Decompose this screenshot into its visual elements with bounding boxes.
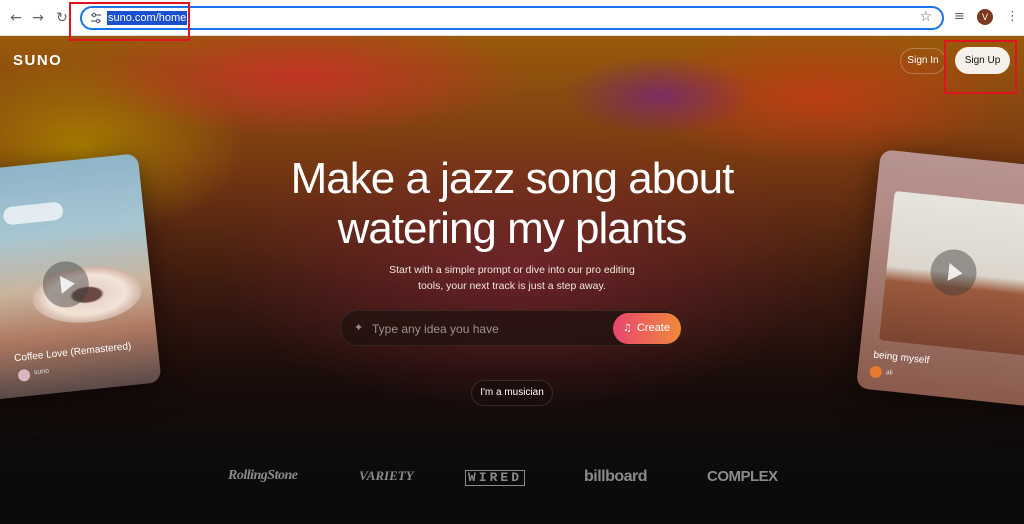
song-card-right[interactable]: being myself ali: [855, 149, 1024, 407]
cover-cloud: [2, 201, 64, 226]
media-controls-icon[interactable]: ≡: [954, 9, 965, 24]
artist-avatar: [869, 365, 883, 379]
prompt-box: ✦ ♫ Create: [340, 310, 682, 346]
artist-avatar: [17, 368, 31, 382]
song-title: Coffee Love (Remastered): [13, 340, 132, 365]
sign-in-button[interactable]: Sign In: [900, 48, 946, 74]
back-arrow-icon[interactable]: ←: [7, 9, 25, 27]
wired-logo: WIRED: [465, 470, 526, 486]
create-label: Create: [636, 322, 670, 334]
prompt-input[interactable]: [372, 319, 602, 339]
artist-name: ali: [885, 368, 894, 377]
hero-headline: Make a jazz song about watering my plant…: [212, 154, 812, 254]
rolling-stone-logo: RollingStone: [228, 468, 298, 483]
forward-arrow-icon[interactable]: →: [29, 9, 47, 27]
song-card-left[interactable]: Coffee Love (Remastered) suno: [0, 153, 162, 401]
headline-line-1: Make a jazz song about: [290, 154, 735, 203]
musician-button[interactable]: I'm a musician: [471, 380, 553, 406]
complex-logo: COMPLEX: [707, 468, 778, 485]
artist-name: suno: [33, 367, 50, 377]
hero-subtitle: Start with a simple prompt or dive into …: [362, 262, 662, 294]
subtitle-line-1: Start with a simple prompt or dive into …: [389, 264, 635, 276]
suno-logo[interactable]: SUNO: [13, 52, 62, 69]
signup-highlight-box: [944, 40, 1017, 94]
headline-line-2: watering my plants: [337, 204, 688, 253]
profile-avatar[interactable]: V: [977, 9, 993, 25]
url-highlight-box: [69, 2, 190, 41]
billboard-logo: billboard: [584, 468, 648, 485]
address-bar[interactable]: suno.com/home ☆: [80, 6, 944, 30]
variety-logo: VARIETY: [359, 468, 414, 483]
song-title: being myself: [872, 349, 930, 367]
create-button[interactable]: ♫ Create: [613, 313, 681, 344]
more-menu-icon[interactable]: ⋮: [1006, 9, 1019, 24]
bookmark-star-icon[interactable]: ☆: [919, 9, 932, 25]
music-note-icon: ♫: [623, 323, 632, 334]
subtitle-line-2: tools, your next track is just a step aw…: [418, 280, 606, 292]
sparkle-icon: ✦: [354, 321, 364, 334]
suno-home-page: SUNO Sign In Sign Up Coffee Love (Remast…: [0, 36, 1024, 524]
